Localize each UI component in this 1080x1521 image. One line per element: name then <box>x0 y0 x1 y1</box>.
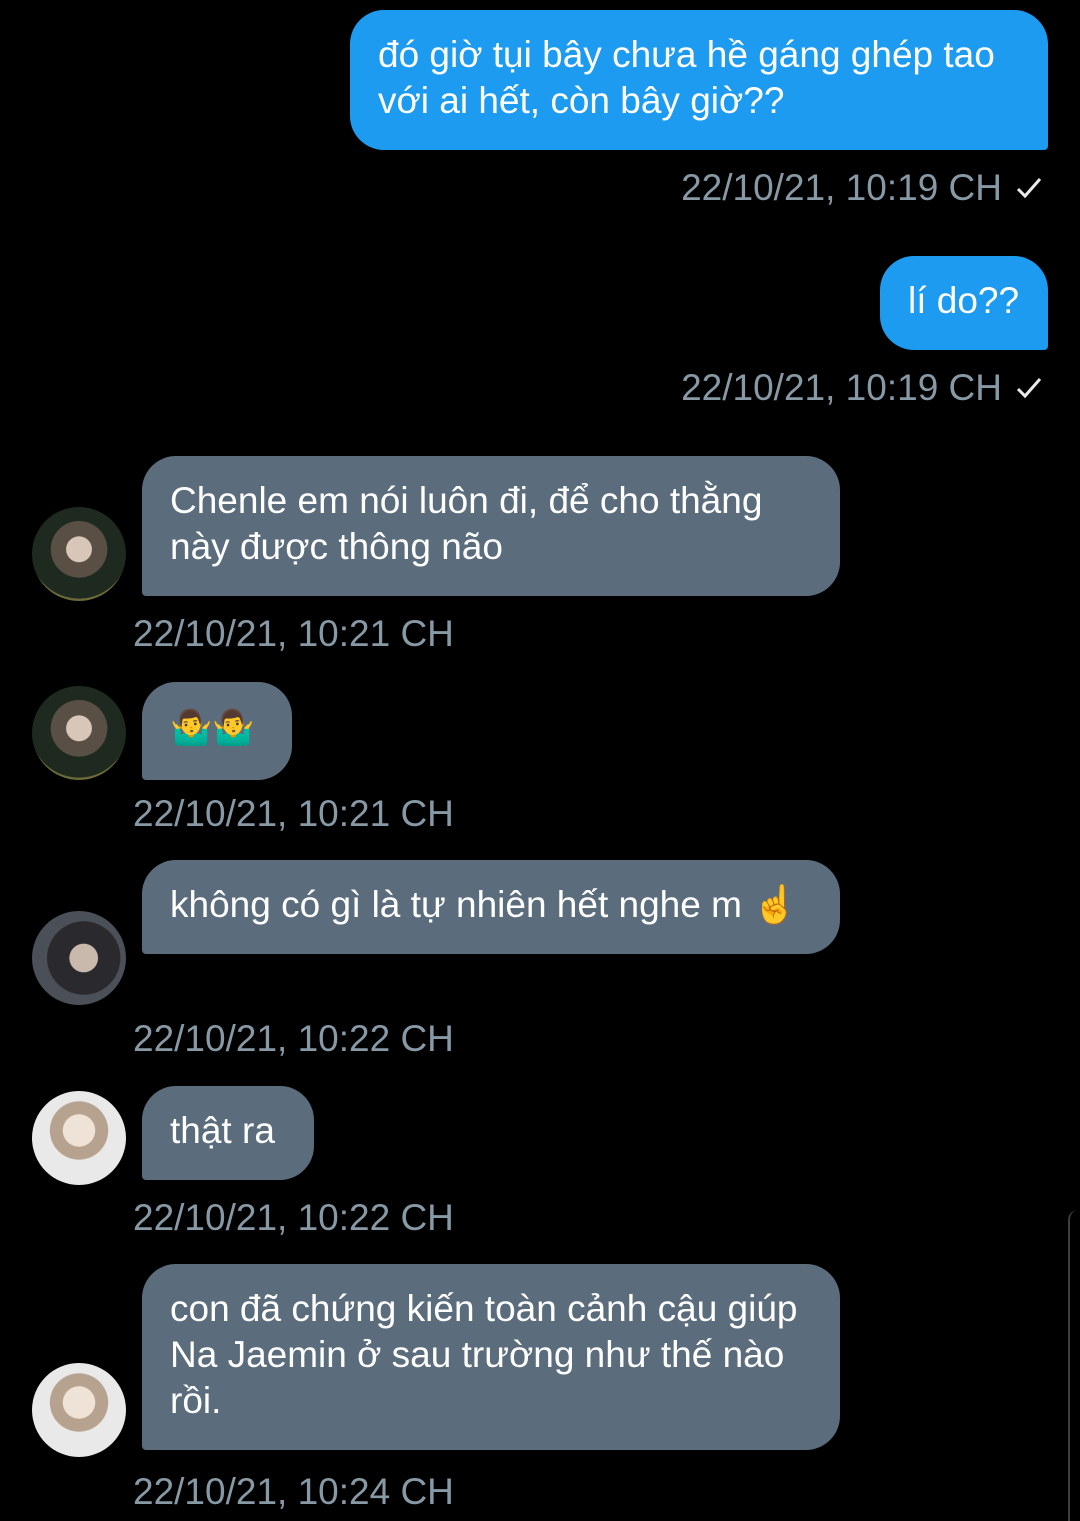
message-text: 🤷‍♂️🤷‍♂️ <box>170 708 255 748</box>
incoming-message[interactable]: con đã chứng kiến toàn cảnh cậu giúp Na … <box>142 1264 840 1450</box>
scrollbar[interactable] <box>1068 1210 1080 1521</box>
message-text: con đã chứng kiến toàn cảnh cậu giúp Na … <box>170 1288 798 1421</box>
checkmark-icon <box>1016 378 1042 399</box>
message-timestamp: 22/10/21, 10:19 CH <box>681 366 1044 410</box>
sender-avatar[interactable] <box>32 507 126 601</box>
message-text: thật ra <box>170 1110 275 1151</box>
sender-avatar[interactable] <box>32 1363 126 1457</box>
timestamp-text: 22/10/21, 10:24 CH <box>133 1471 454 1512</box>
message-text: đó giờ tụi bây chưa hề gáng ghép tao với… <box>378 34 995 121</box>
incoming-message[interactable]: thật ra <box>142 1086 314 1180</box>
message-timestamp: 22/10/21, 10:21 CH <box>133 612 454 656</box>
timestamp-text: 22/10/21, 10:21 CH <box>133 613 454 654</box>
outgoing-message[interactable]: lí do?? <box>880 256 1048 350</box>
message-text: lí do?? <box>908 280 1020 321</box>
sender-avatar[interactable] <box>32 1091 126 1185</box>
outgoing-message[interactable]: đó giờ tụi bây chưa hề gáng ghép tao với… <box>350 10 1048 150</box>
timestamp-text: 22/10/21, 10:22 CH <box>133 1197 454 1238</box>
message-text: Chenle em nói luôn đi, để cho thằng này … <box>170 480 763 567</box>
timestamp-text: 22/10/21, 10:19 CH <box>681 167 1002 208</box>
timestamp-text: 22/10/21, 10:22 CH <box>133 1018 454 1059</box>
incoming-message[interactable]: 🤷‍♂️🤷‍♂️ <box>142 682 292 780</box>
timestamp-text: 22/10/21, 10:21 CH <box>133 793 454 834</box>
checkmark-icon <box>1016 178 1042 199</box>
message-timestamp: 22/10/21, 10:21 CH <box>133 792 454 836</box>
sender-avatar[interactable] <box>32 911 126 1005</box>
incoming-message[interactable]: không có gì là tự nhiên hết nghe m ☝️ <box>142 860 840 954</box>
message-timestamp: 22/10/21, 10:24 CH <box>133 1470 454 1514</box>
incoming-message[interactable]: Chenle em nói luôn đi, để cho thằng này … <box>142 456 840 596</box>
message-timestamp: 22/10/21, 10:19 CH <box>681 166 1044 210</box>
message-timestamp: 22/10/21, 10:22 CH <box>133 1017 454 1061</box>
message-text: không có gì là tự nhiên hết nghe m ☝️ <box>170 884 799 925</box>
dm-conversation: đó giờ tụi bây chưa hề gáng ghép tao với… <box>0 0 1080 1521</box>
sender-avatar[interactable] <box>32 686 126 780</box>
message-timestamp: 22/10/21, 10:22 CH <box>133 1196 454 1240</box>
timestamp-text: 22/10/21, 10:19 CH <box>681 367 1002 408</box>
